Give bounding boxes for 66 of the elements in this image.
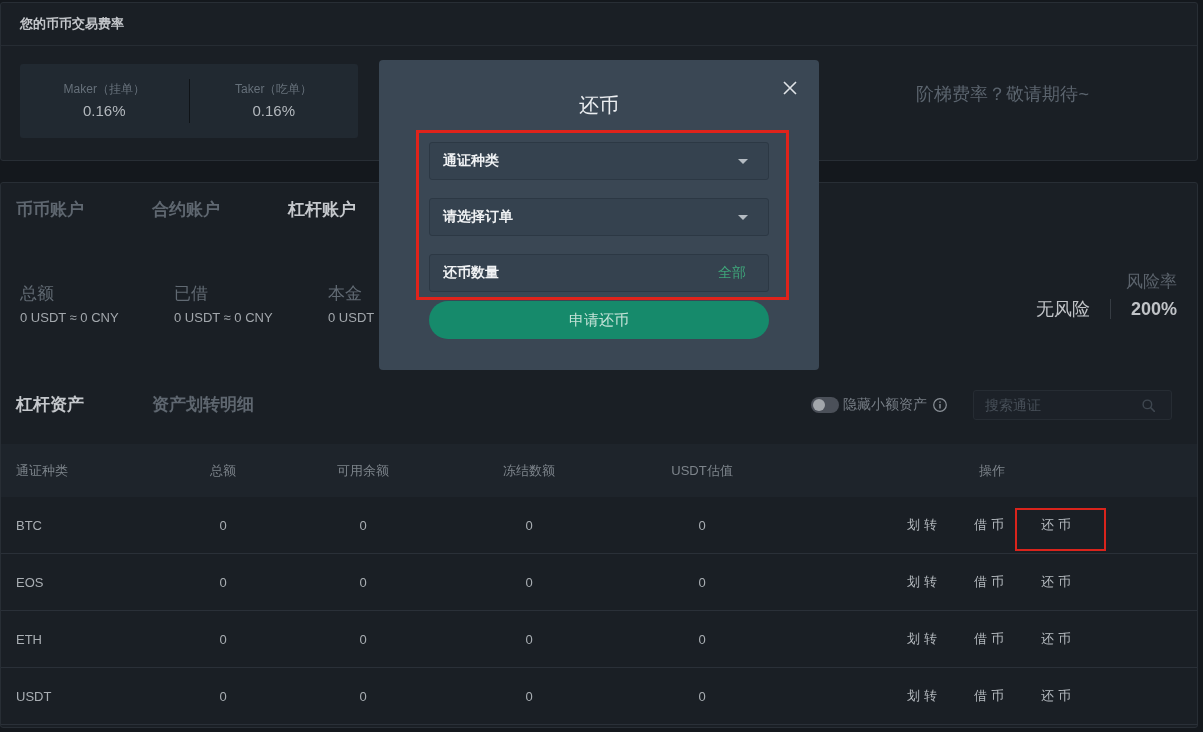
table-cell-text: 0 bbox=[358, 631, 368, 647]
stat-value: 0 USDT ≈ 0 CNY bbox=[20, 309, 119, 327]
table-cell-text: 0 bbox=[697, 688, 707, 704]
row-action-link[interactable]: 还币 bbox=[1041, 687, 1075, 705]
stat-label: 总额 bbox=[20, 283, 54, 305]
close-button[interactable] bbox=[783, 81, 797, 95]
dialog-title: 还币 bbox=[579, 93, 619, 118]
caret-icon bbox=[738, 158, 748, 164]
risk-value: 200% bbox=[1130, 298, 1177, 320]
row-action-link[interactable]: 借币 bbox=[974, 630, 1008, 648]
rate-label: Maker（挂单） bbox=[63, 81, 145, 97]
table-cell-text: 0 bbox=[524, 517, 534, 533]
table-cell-text: USDT bbox=[15, 688, 53, 704]
caret-icon bbox=[738, 214, 748, 220]
stat-label: 已借 bbox=[174, 283, 208, 305]
row-action-link[interactable]: 划转 bbox=[907, 630, 941, 648]
rate-label: Taker（吃单） bbox=[235, 81, 313, 97]
column-header: 操作 bbox=[978, 461, 1006, 480]
table-cell-text: EOS bbox=[15, 574, 45, 590]
dropdown-field[interactable]: 请选择订单 bbox=[429, 198, 769, 236]
account-tab[interactable]: 杠杆账户 bbox=[288, 197, 356, 221]
row-action-link[interactable]: 借币 bbox=[974, 687, 1008, 705]
table-cell-text: 0 bbox=[218, 517, 228, 533]
info-icon[interactable] bbox=[933, 397, 947, 412]
risk-status: 无风险 bbox=[1035, 298, 1090, 321]
toggle-label: 隐藏小额资产 bbox=[843, 395, 927, 414]
dropdown-field[interactable]: 通证种类 bbox=[429, 142, 769, 180]
row-action-link[interactable]: 借币 bbox=[974, 516, 1008, 534]
table-cell-text: 0 bbox=[524, 574, 534, 590]
table-cell-text: 0 bbox=[697, 517, 707, 533]
table-cell-text: BTC bbox=[15, 517, 43, 533]
row-action-link[interactable]: 划转 bbox=[907, 573, 941, 591]
table-cell-text: 0 bbox=[524, 631, 534, 647]
coming-soon-note: 阶梯费率？敬请期待~ bbox=[916, 83, 1089, 106]
rate-value: 0.16% bbox=[252, 101, 295, 121]
rate-value: 0.16% bbox=[82, 101, 126, 121]
column-header: 可用余额 bbox=[336, 461, 390, 480]
column-header: USDT估值 bbox=[670, 461, 734, 480]
stat-value: 0 USDT bbox=[328, 309, 375, 327]
amount-field[interactable]: 还币数量 全部 bbox=[429, 254, 769, 292]
table-cell-text: 0 bbox=[218, 574, 228, 590]
row-action-link[interactable]: 还币 bbox=[1041, 516, 1075, 534]
close-icon bbox=[783, 81, 797, 95]
row-action-link[interactable]: 划转 bbox=[907, 516, 941, 534]
table-cell-text: 0 bbox=[218, 631, 228, 647]
column-header: 总额 bbox=[209, 461, 237, 480]
table-cell-text: 0 bbox=[358, 517, 368, 533]
row-action-link[interactable]: 还币 bbox=[1041, 573, 1075, 591]
stat-value: 0 USDT ≈ 0 CNY bbox=[174, 309, 273, 327]
stat-label: 本金 bbox=[328, 283, 362, 305]
table-cell-text: 0 bbox=[218, 688, 228, 704]
table-cell-text: 0 bbox=[697, 574, 707, 590]
table-cell-text: 0 bbox=[697, 631, 707, 647]
table-cell-text: 0 bbox=[358, 688, 368, 704]
asset-tab[interactable]: 杠杆资产 bbox=[16, 393, 84, 416]
toggle-switch[interactable] bbox=[811, 396, 839, 413]
column-header: 通证种类 bbox=[15, 461, 69, 480]
risk-label: 风险率 bbox=[1126, 271, 1177, 293]
row-action-link[interactable]: 借币 bbox=[974, 573, 1008, 591]
panel-title: 您的币币交易费率 bbox=[20, 15, 124, 33]
table-cell-text: 0 bbox=[524, 688, 534, 704]
row-action-link[interactable]: 划转 bbox=[907, 687, 941, 705]
table-cell-text: 0 bbox=[358, 574, 368, 590]
row-action-link[interactable]: 还币 bbox=[1041, 630, 1075, 648]
table-cell-text: ETH bbox=[15, 631, 43, 647]
column-header: 冻结数额 bbox=[502, 461, 556, 480]
